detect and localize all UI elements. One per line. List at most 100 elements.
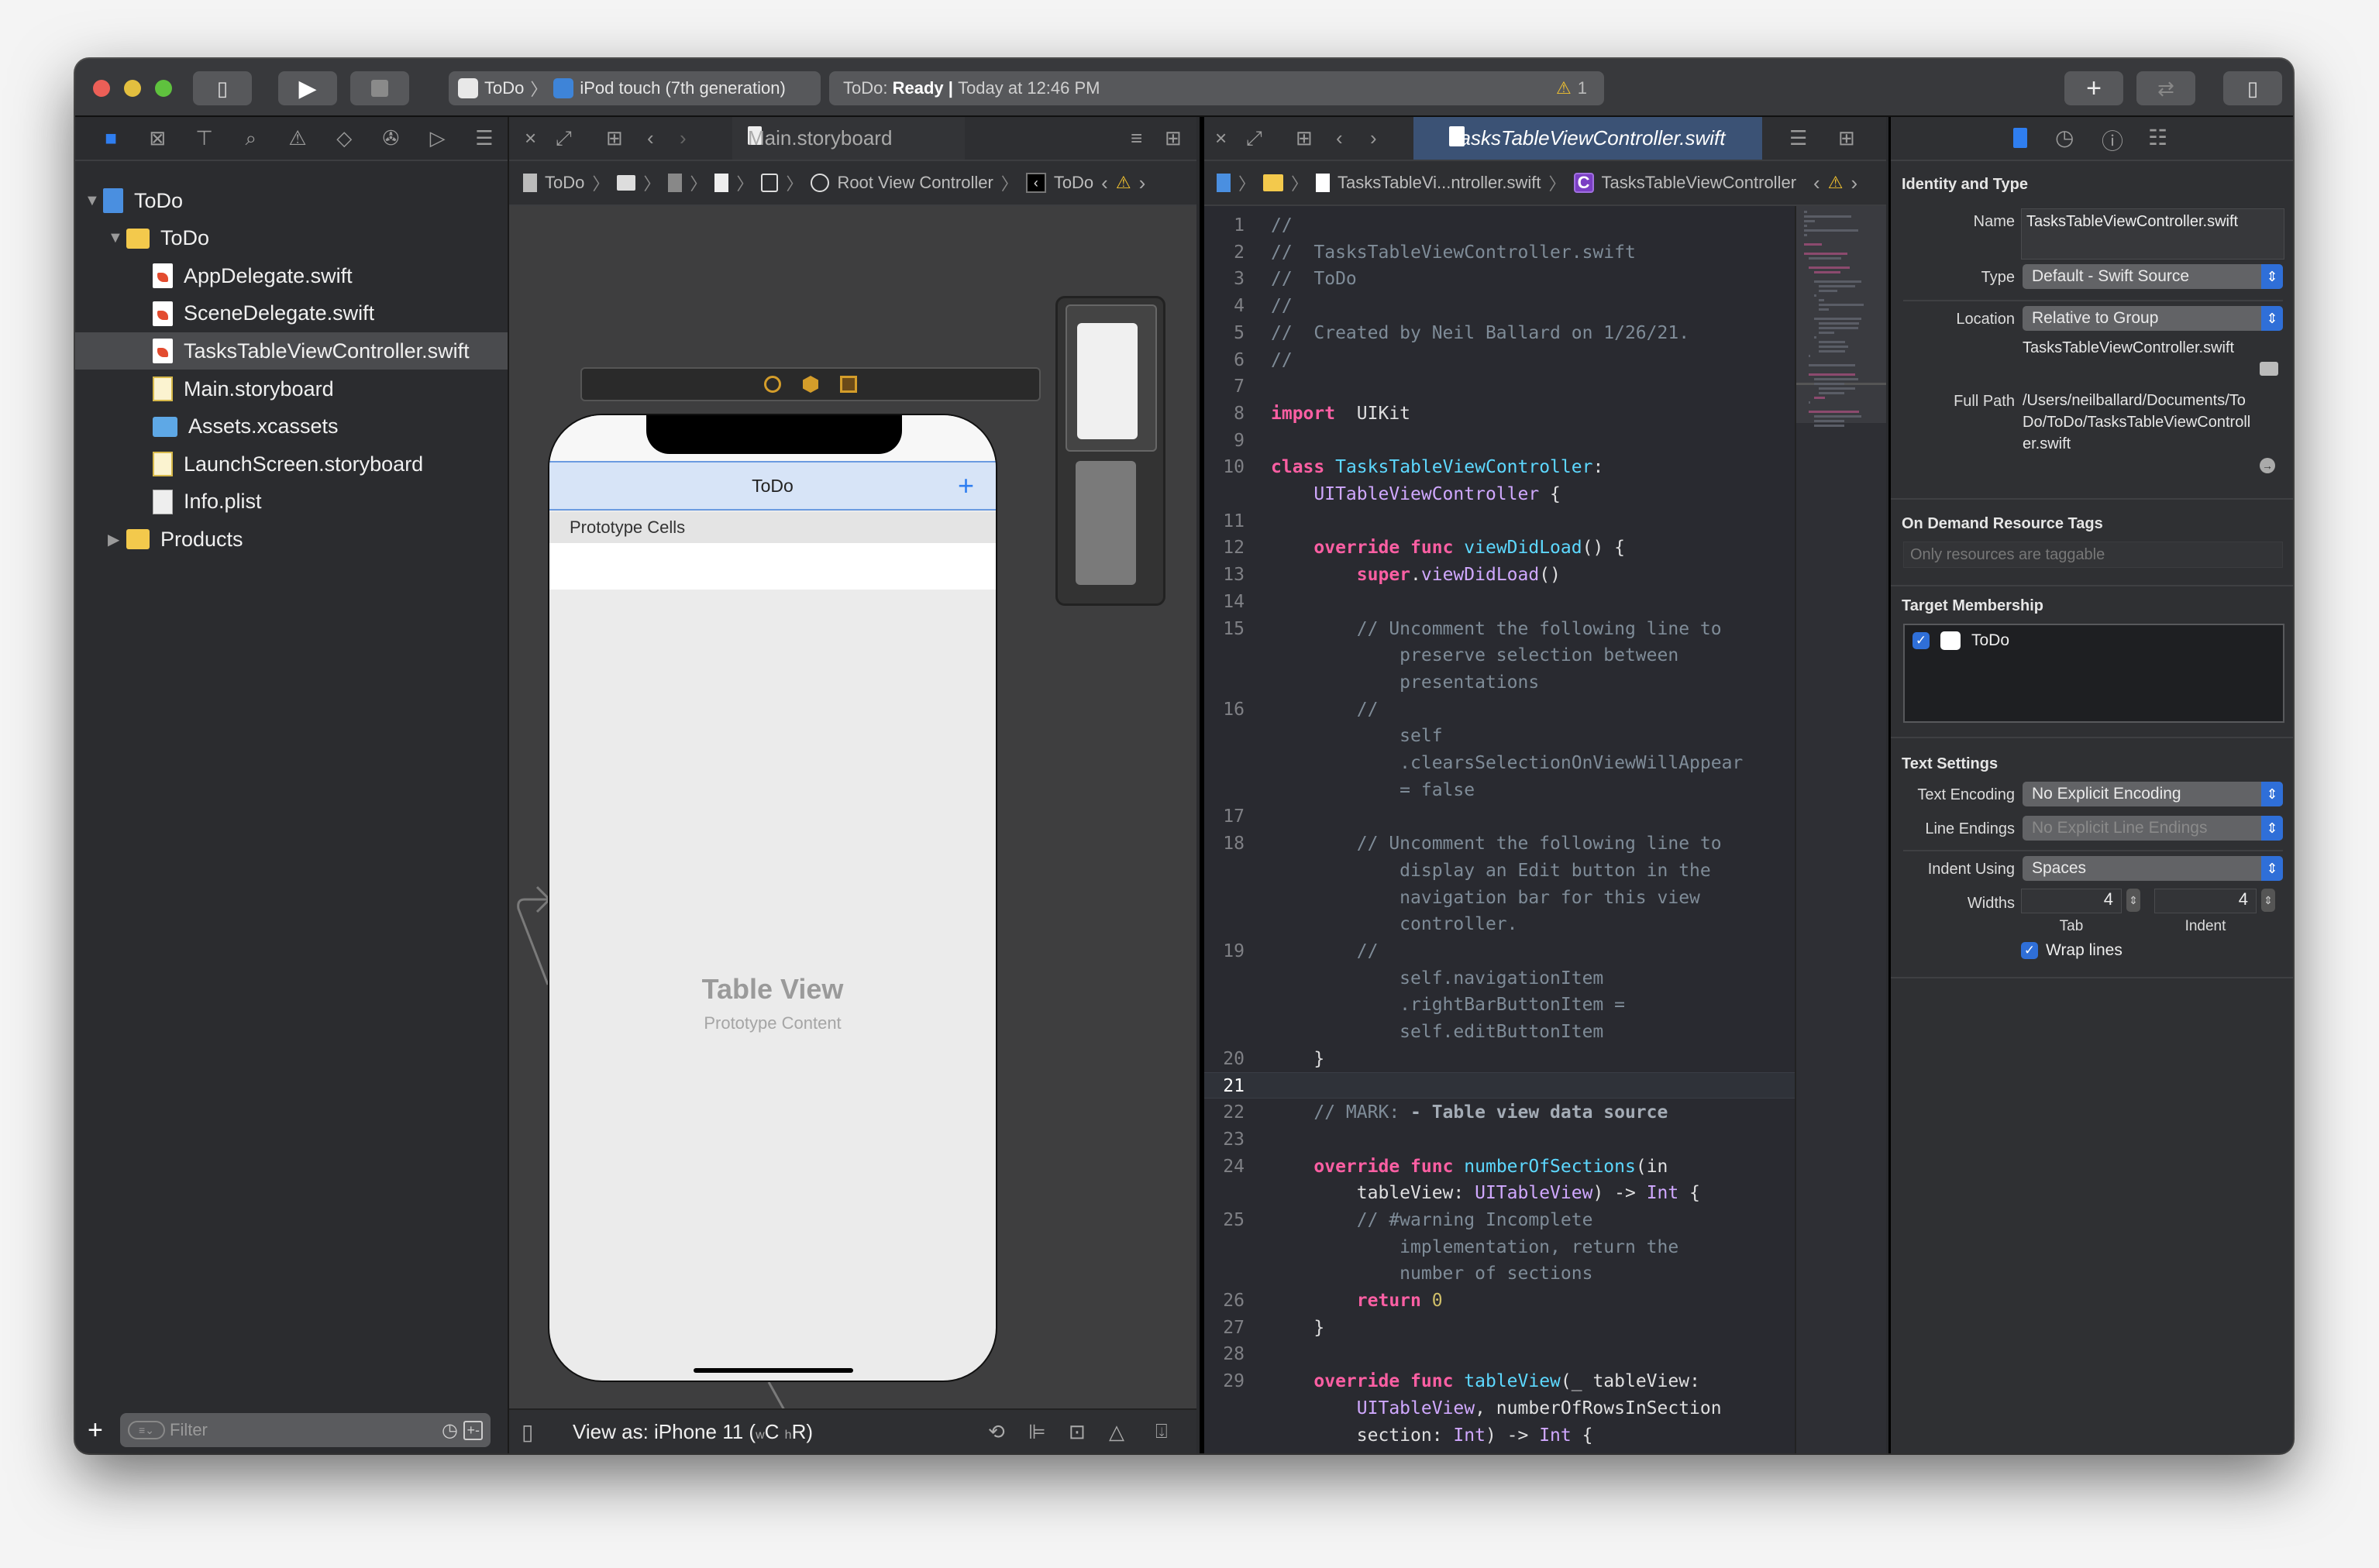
code-line[interactable]: 15 // Uncomment the following line to — [1204, 616, 1795, 642]
breakpoint-icon[interactable]: ▷ — [415, 126, 461, 150]
tab-width-stepper[interactable]: ⇕ — [2126, 889, 2140, 912]
code-line[interactable]: tableView: UITableView) -> Int { — [1204, 1180, 1795, 1206]
close-editor-icon[interactable]: × — [525, 126, 536, 150]
jump-item[interactable]: ToDo — [545, 173, 584, 193]
disclosure-expanded-icon[interactable]: ▼ — [108, 229, 126, 247]
scheme-selector[interactable]: ToDo 〉 iPod touch (7th generation) — [449, 71, 821, 105]
stop-button[interactable] — [350, 71, 409, 105]
code-line[interactable]: 28 — [1204, 1341, 1795, 1367]
code-line[interactable]: 7 — [1204, 373, 1795, 400]
code-line[interactable]: number of sections — [1204, 1260, 1795, 1287]
tree-item[interactable]: ▼ ToDo — [75, 220, 508, 257]
minimap-toggle-icon[interactable]: ☰ — [1789, 126, 1807, 150]
related-items-icon[interactable]: ⊞ — [606, 126, 623, 150]
jump-item[interactable]: ToDo — [1054, 173, 1093, 193]
forward-icon[interactable]: › — [680, 126, 687, 150]
code-review-button[interactable]: ⇄ — [2136, 71, 2195, 105]
code-line[interactable]: section: Int) -> Int { — [1204, 1422, 1795, 1449]
jump-item-file[interactable]: TasksTableVi...ntroller.swift — [1338, 173, 1541, 193]
attributes-icon[interactable]: ☷ — [2148, 125, 2167, 150]
warning-icon[interactable]: ⚠ — [1116, 173, 1131, 193]
code-line[interactable]: 24 override func numberOfSections(in — [1204, 1154, 1795, 1180]
code-line[interactable]: self.editButtonItem — [1204, 1019, 1795, 1045]
zoom-button[interactable] — [155, 80, 172, 97]
code-line[interactable]: 23 — [1204, 1126, 1795, 1153]
expand-icon[interactable]: ⤢ — [556, 126, 572, 151]
tab-tasks-table-view-controller[interactable]: TasksTableViewController.swift — [1413, 117, 1762, 160]
library-button[interactable]: + — [2064, 71, 2123, 105]
tree-item[interactable]: TasksTableViewController.swift — [75, 332, 508, 370]
prev-issue-icon[interactable]: ‹ — [1813, 171, 1820, 195]
code-line[interactable]: 19 // — [1204, 938, 1795, 965]
folder-icon[interactable]: ■ — [88, 126, 134, 150]
add-editor-icon[interactable]: ⊞ — [1165, 126, 1182, 150]
code-line[interactable]: presentations — [1204, 669, 1795, 696]
jump-item[interactable]: Root View Controller — [837, 173, 993, 193]
navigation-bar[interactable]: ToDo + — [549, 461, 996, 511]
code-line[interactable]: 29 override func tableView(_ tableView: — [1204, 1368, 1795, 1394]
update-frames-icon[interactable]: ⟲ — [988, 1420, 1005, 1444]
code-line[interactable]: 26 return 0 — [1204, 1288, 1795, 1314]
code-line[interactable]: 18 // Uncomment the following line to — [1204, 830, 1795, 857]
code-line[interactable]: 20 } — [1204, 1046, 1795, 1072]
prev-issue-icon[interactable]: ‹ — [1101, 171, 1108, 195]
code-line[interactable]: navigation bar for this view — [1204, 885, 1795, 911]
code-line[interactable]: 10 class TasksTableViewController: — [1204, 454, 1795, 480]
code-line[interactable]: 16 // — [1204, 696, 1795, 723]
add-constraints-icon[interactable]: ⊡ — [1069, 1420, 1086, 1444]
indent-width-stepper[interactable]: ⇕ — [2261, 889, 2275, 912]
back-icon[interactable]: ‹ — [1336, 126, 1343, 150]
folder-icon[interactable] — [1263, 174, 1284, 191]
exit-icon[interactable] — [840, 376, 857, 393]
filter-input[interactable]: ≡⌄ Filter ◷ +- — [120, 1413, 491, 1447]
code-line[interactable]: 13 super.viewDidLoad() — [1204, 562, 1795, 588]
test-icon[interactable]: ◇ — [321, 126, 367, 150]
code-line[interactable]: 11 — [1204, 508, 1795, 535]
tab-main-storyboard[interactable]: Main.storyboard — [732, 117, 965, 160]
line-endings-popup[interactable]: No Explicit Line Endings — [2023, 816, 2283, 841]
code-line[interactable]: 17 — [1204, 803, 1795, 830]
tree-item[interactable]: SceneDelegate.swift — [75, 295, 508, 332]
report-icon[interactable]: ☰ — [461, 126, 508, 150]
add-editor-icon[interactable]: ⊞ — [1838, 126, 1855, 150]
embed-in-icon[interactable]: ⍗ — [1155, 1419, 1168, 1444]
code-line[interactable]: 22 // MARK: - Table view data source — [1204, 1099, 1795, 1126]
related-items-icon[interactable]: ⊞ — [1296, 126, 1313, 150]
toggle-navigator-button[interactable]: ▯ — [193, 71, 252, 105]
recent-files-icon[interactable]: ◷ — [442, 1419, 458, 1442]
next-issue-icon[interactable]: › — [1851, 171, 1857, 195]
close-editor-icon[interactable]: × — [1215, 126, 1227, 150]
code-line[interactable]: implementation, return the — [1204, 1234, 1795, 1260]
scene-overview[interactable] — [1055, 296, 1165, 606]
first-responder-icon[interactable] — [803, 376, 818, 393]
warning-icon[interactable]: ⚠ — [1828, 173, 1844, 193]
debug-icon[interactable]: ✇ — [367, 126, 414, 150]
editor-options-icon[interactable]: ≡ — [1131, 126, 1142, 150]
source-control-filter-icon[interactable]: +- — [463, 1420, 483, 1440]
align-icon[interactable]: ⊫ — [1028, 1420, 1046, 1444]
next-issue-icon[interactable]: › — [1139, 171, 1146, 195]
code-line[interactable]: 14 — [1204, 589, 1795, 615]
resolve-issues-icon[interactable]: △ — [1109, 1420, 1124, 1444]
source-text-view[interactable]: 1 // 2 // TasksTableViewController.swift 3 //… — [1204, 206, 1795, 1453]
code-line[interactable]: 8 import UIKit — [1204, 401, 1795, 427]
toggle-inspector-button[interactable]: ▯ — [2223, 71, 2282, 105]
code-line[interactable]: preserve selection between — [1204, 642, 1795, 669]
scheme-name[interactable]: ToDo — [484, 78, 524, 98]
tree-item[interactable]: Info.plist — [75, 483, 508, 521]
disclosure-collapsed-icon[interactable]: ▶ — [108, 530, 126, 549]
code-line[interactable]: display an Edit button in the — [1204, 858, 1795, 884]
storyboard-file-icon[interactable] — [714, 174, 729, 192]
tree-item[interactable]: AppDelegate.swift — [75, 257, 508, 294]
minimap[interactable] — [1795, 206, 1886, 1453]
code-line[interactable]: 30 // #warning Incomplete — [1204, 1449, 1795, 1453]
back-icon[interactable]: ‹ — [647, 126, 654, 150]
tree-item[interactable]: Main.storyboard — [75, 370, 508, 407]
device-name[interactable]: iPod touch (7th generation) — [580, 78, 785, 98]
code-line[interactable]: 6 // — [1204, 347, 1795, 373]
close-button[interactable] — [93, 80, 110, 97]
encoding-popup[interactable]: No Explicit Encoding — [2023, 782, 2283, 806]
location-popup[interactable]: Relative to Group — [2023, 306, 2283, 331]
code-line[interactable]: 1 // — [1204, 212, 1795, 239]
tree-item[interactable]: ▶ Products — [75, 521, 508, 558]
